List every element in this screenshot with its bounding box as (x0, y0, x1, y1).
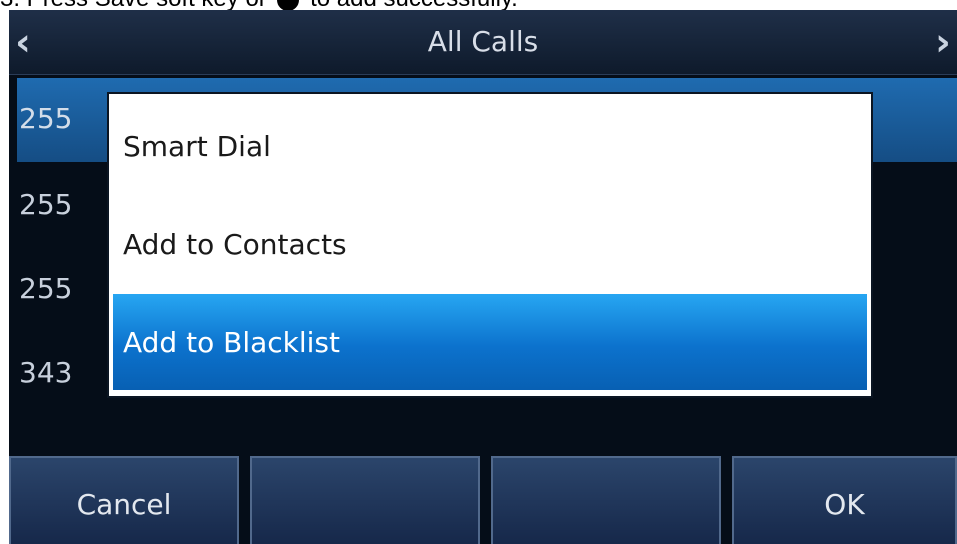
softkey-3[interactable] (491, 456, 721, 544)
call-number: 255 (19, 188, 73, 221)
caption-prefix: 3. Press Save soft key or (0, 0, 267, 10)
menu-item-add-to-blacklist[interactable]: Add to Blacklist (113, 294, 867, 390)
caption-suffix: to add successfully. (310, 0, 518, 10)
call-number: 255 (19, 272, 73, 305)
menu-item-label: Add to Blacklist (123, 326, 340, 359)
chevron-left-icon[interactable]: ‹ (9, 20, 37, 64)
menu-item-add-to-contacts[interactable]: Add to Contacts (109, 192, 871, 290)
call-number: 255 (19, 102, 73, 135)
softkey-2[interactable] (250, 456, 480, 544)
menu-item-label: Smart Dial (123, 130, 271, 163)
page-title: All Calls (427, 25, 539, 58)
menu-item-label: Add to Contacts (123, 228, 347, 261)
ok-softkey[interactable]: OK (732, 456, 957, 544)
ok-button-icon (277, 0, 300, 10)
screenshot-frame: 3. Press Save soft key or to add success… (0, 0, 957, 544)
chevron-right-icon[interactable]: › (929, 20, 957, 64)
cancel-softkey[interactable]: Cancel (9, 456, 239, 544)
options-popup-menu: Smart Dial Add to Contacts Add to Blackl… (107, 92, 873, 398)
phone-screen: All Calls ‹ › 255 255 255 343 Smart Dial (9, 10, 957, 544)
softkey-bar: Cancel OK (9, 456, 957, 544)
instruction-caption: 3. Press Save soft key or to add success… (0, 0, 957, 10)
menu-item-smart-dial[interactable]: Smart Dial (109, 94, 871, 192)
title-bar: All Calls ‹ › (9, 10, 957, 75)
call-number: 343 (19, 356, 73, 389)
